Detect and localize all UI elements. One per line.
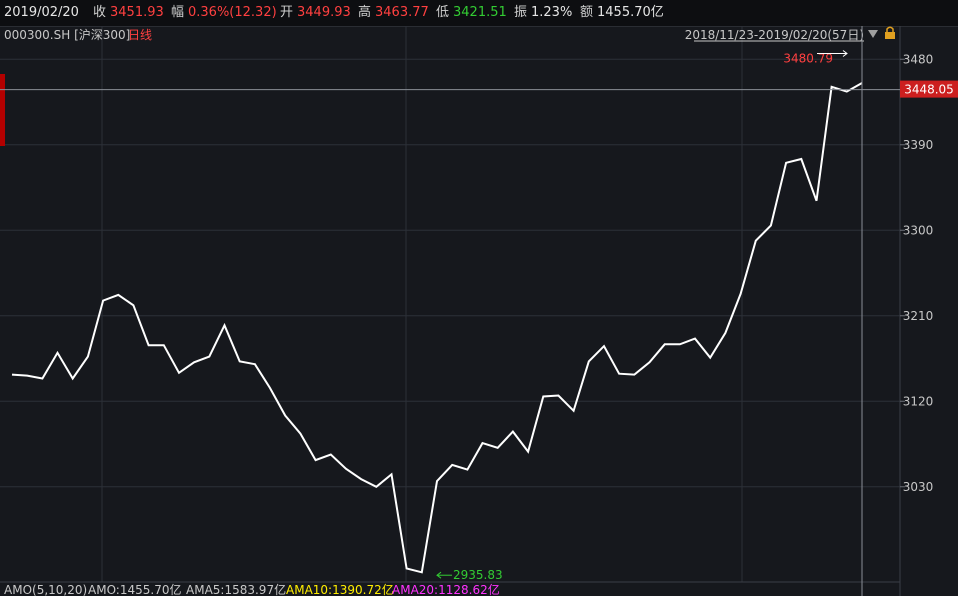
y-tick-label: 3480 <box>903 52 934 66</box>
grid <box>0 26 900 582</box>
close-value: 3451.93 <box>110 5 164 20</box>
amplitude-label: 振 <box>514 5 528 20</box>
quote-date: 2019/02/20 <box>4 5 79 20</box>
amount-label: 额 <box>580 5 594 20</box>
amo-value: AMO:1455.70亿 <box>88 582 181 596</box>
open-value: 3449.93 <box>297 5 351 20</box>
symbol-label: 000300.SH [沪深300] <box>4 28 130 42</box>
current-price-label: 3448.05 <box>904 83 954 97</box>
chart-area: 000300.SH [沪深300] 日线 2018/11/23-2019/02/… <box>0 26 958 596</box>
date-range-label[interactable]: 2018/11/23-2019/02/20(57日) <box>685 28 864 42</box>
low-value: 3421.51 <box>453 5 507 20</box>
dropdown-triangle-icon[interactable] <box>868 30 878 38</box>
y-tick-label: 3300 <box>903 223 934 237</box>
high-label: 高 <box>358 5 372 20</box>
low-label: 低 <box>436 5 450 20</box>
ama5-value: AMA5:1583.97亿 <box>186 582 286 596</box>
price-axis: 3030 3120 3210 3300 3390 3480 <box>900 52 933 494</box>
y-tick-label: 3390 <box>903 138 934 152</box>
left-scroll-marker[interactable] <box>0 74 5 146</box>
change-label: 幅 <box>171 5 185 20</box>
change-value: 0.36%(12.32) <box>188 5 277 20</box>
close-label: 收 <box>93 5 107 20</box>
y-tick-label: 3210 <box>903 309 934 323</box>
amount-value: 1455.70亿 <box>597 5 664 20</box>
min-price-label: 2935.83 <box>453 568 503 582</box>
period-label[interactable]: 日线 <box>128 28 152 42</box>
open-label: 开 <box>280 5 294 20</box>
ama20-value: AMA20:1128.62亿 <box>392 582 500 596</box>
y-tick-label: 3030 <box>903 480 934 494</box>
lock-icon[interactable] <box>885 26 895 39</box>
amplitude-value: 1.23% <box>531 5 573 20</box>
y-tick-label: 3120 <box>903 394 934 408</box>
price-line <box>11 82 863 574</box>
quote-bar: 2019/02/20 收 3451.93 幅 0.36%(12.32) 开 34… <box>0 0 958 27</box>
high-value: 3463.77 <box>375 5 429 20</box>
ama10-value: AMA10:1390.72亿 <box>286 582 394 596</box>
indicator-name[interactable]: AMO(5,10,20) <box>4 583 87 596</box>
